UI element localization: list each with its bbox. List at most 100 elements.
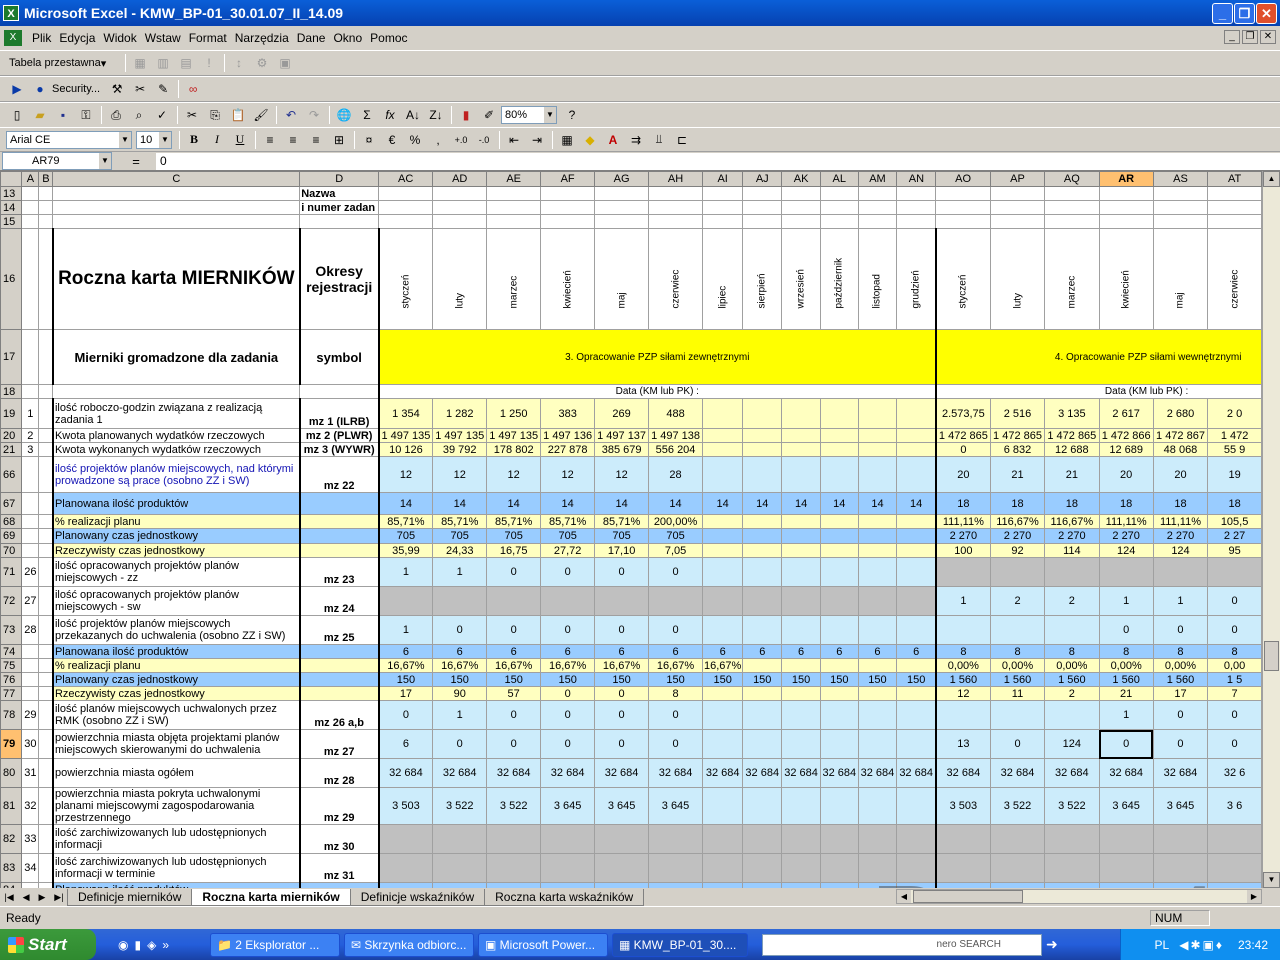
- last-sheet-icon[interactable]: ▶|: [54, 892, 63, 903]
- help-icon[interactable]: ?: [561, 105, 583, 125]
- data-cell[interactable]: 0: [989, 729, 1046, 759]
- data-cell[interactable]: [820, 456, 859, 493]
- data-cell[interactable]: 1 472 865: [1044, 428, 1100, 443]
- pivot-table-dropdown[interactable]: Tabela przestawna ▾: [6, 54, 118, 72]
- row-header[interactable]: 15: [0, 214, 23, 229]
- data-cell[interactable]: 1 354: [377, 398, 434, 429]
- row-header[interactable]: 76: [0, 672, 23, 687]
- data-cell[interactable]: 0,00%: [934, 658, 991, 673]
- data-cell[interactable]: [742, 543, 783, 558]
- row-header[interactable]: 21: [0, 442, 23, 457]
- data-cell[interactable]: [820, 658, 859, 673]
- data-cell[interactable]: [781, 528, 822, 544]
- data-cell[interactable]: 0: [1098, 615, 1154, 645]
- data-cell[interactable]: 19: [1207, 456, 1262, 493]
- data-cell[interactable]: 32 684: [896, 758, 937, 788]
- data-cell[interactable]: 6: [896, 644, 937, 659]
- data-cell[interactable]: 57: [486, 686, 542, 701]
- close-button[interactable]: ✕: [1256, 3, 1277, 24]
- data-cell[interactable]: [742, 456, 783, 493]
- data-cell[interactable]: 32 684: [432, 758, 488, 788]
- data-cell[interactable]: 32 684: [1044, 758, 1100, 788]
- data-cell[interactable]: 1: [1098, 700, 1154, 730]
- extra-format-icon-2[interactable]: ⫫: [648, 130, 670, 150]
- data-cell[interactable]: 14: [377, 492, 434, 515]
- data-cell[interactable]: 3 645: [648, 787, 704, 825]
- data-cell[interactable]: 0,00%: [1098, 658, 1154, 673]
- data-cell[interactable]: [896, 528, 937, 544]
- data-cell[interactable]: 85,71%: [540, 514, 596, 529]
- data-cell[interactable]: 16,67%: [648, 658, 704, 673]
- data-cell[interactable]: [820, 787, 859, 825]
- scroll-left-icon[interactable]: ◀: [897, 890, 911, 903]
- cell[interactable]: [21, 186, 40, 201]
- data-cell[interactable]: [648, 824, 704, 854]
- cell[interactable]: [1044, 200, 1100, 215]
- data-cell[interactable]: 8: [648, 686, 704, 701]
- cell[interactable]: [857, 214, 898, 229]
- cell[interactable]: [540, 214, 596, 229]
- data-cell[interactable]: 12 688: [1044, 442, 1100, 457]
- record-macro-icon[interactable]: ●: [29, 79, 51, 99]
- row-header[interactable]: 16: [0, 228, 23, 330]
- data-cell[interactable]: 0: [648, 557, 704, 587]
- data-cell[interactable]: [934, 700, 991, 730]
- data-cell[interactable]: 6: [540, 644, 596, 659]
- data-cell[interactable]: [857, 442, 898, 457]
- data-cell[interactable]: 32 684: [857, 758, 898, 788]
- percent-icon[interactable]: %: [404, 130, 426, 150]
- data-cell[interactable]: [486, 853, 542, 883]
- data-cell[interactable]: 1 472 865: [989, 428, 1046, 443]
- data-cell[interactable]: 6: [377, 644, 434, 659]
- data-cell[interactable]: 0: [1152, 615, 1209, 645]
- data-cell[interactable]: 0: [934, 442, 991, 457]
- data-cell[interactable]: 0: [648, 615, 704, 645]
- data-cell[interactable]: 16,67%: [486, 658, 542, 673]
- align-center-icon[interactable]: ≡: [282, 130, 304, 150]
- font-name-dropdown[interactable]: Arial CE ▼: [6, 130, 132, 149]
- data-cell[interactable]: 150: [540, 672, 596, 687]
- cell[interactable]: [52, 200, 301, 215]
- row-header[interactable]: 83: [0, 853, 23, 883]
- cell[interactable]: [540, 186, 596, 201]
- data-cell[interactable]: 12: [594, 456, 650, 493]
- data-cell[interactable]: [702, 853, 744, 883]
- borders-icon[interactable]: ▦: [556, 130, 578, 150]
- data-cell[interactable]: [781, 787, 822, 825]
- cell[interactable]: [21, 228, 40, 330]
- row-header[interactable]: 79: [0, 729, 23, 759]
- data-cell[interactable]: 2 680: [1152, 398, 1209, 429]
- data-cell[interactable]: 12: [934, 686, 991, 701]
- row-header[interactable]: 71: [0, 557, 23, 587]
- row-header[interactable]: 13: [0, 186, 23, 201]
- cell[interactable]: [989, 186, 1046, 201]
- data-cell[interactable]: [896, 700, 937, 730]
- data-cell[interactable]: [1044, 557, 1100, 587]
- cell[interactable]: [820, 214, 859, 229]
- cell[interactable]: [781, 186, 822, 201]
- euro-icon[interactable]: €: [381, 130, 403, 150]
- data-cell[interactable]: [702, 543, 744, 558]
- data-cell[interactable]: [896, 586, 937, 616]
- data-cell[interactable]: [1152, 824, 1209, 854]
- data-cell[interactable]: 0: [594, 700, 650, 730]
- data-cell[interactable]: [742, 787, 783, 825]
- data-cell[interactable]: 3 645: [594, 787, 650, 825]
- column-header[interactable]: C: [52, 171, 301, 187]
- data-cell[interactable]: 150: [648, 672, 704, 687]
- data-cell[interactable]: 85,71%: [377, 514, 434, 529]
- menu-insert[interactable]: Wstaw: [141, 31, 185, 45]
- tab-nav-arrows[interactable]: |◀ ◀ ▶ ▶|: [0, 892, 68, 903]
- cell[interactable]: [378, 186, 434, 201]
- data-cell[interactable]: 14: [648, 492, 704, 515]
- cell[interactable]: [21, 384, 40, 399]
- row-header[interactable]: 17: [0, 329, 23, 385]
- data-cell[interactable]: 18: [934, 492, 991, 515]
- row-header[interactable]: 73: [0, 615, 23, 645]
- data-cell[interactable]: [857, 700, 898, 730]
- cell[interactable]: [486, 186, 542, 201]
- menu-edit[interactable]: Edycja: [55, 31, 99, 45]
- cell[interactable]: [38, 214, 54, 229]
- data-cell[interactable]: [896, 729, 937, 759]
- data-cell[interactable]: [857, 787, 898, 825]
